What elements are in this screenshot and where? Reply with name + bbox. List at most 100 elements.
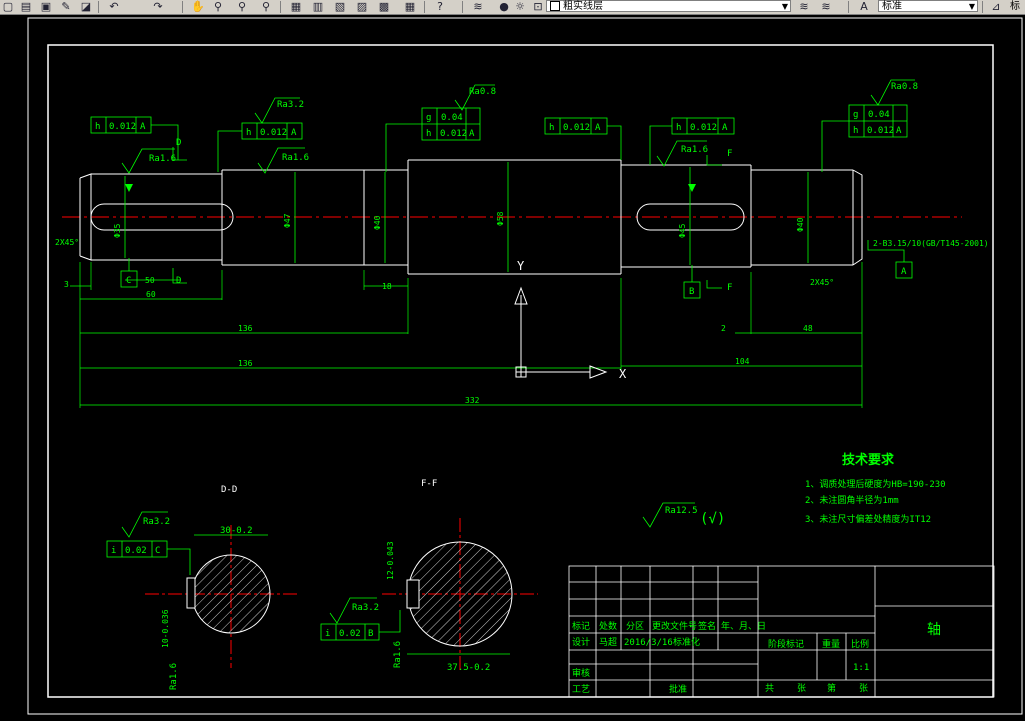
- dim-sec-d-top: 30-0.2: [220, 526, 253, 536]
- help-icon[interactable]: ?: [432, 0, 448, 13]
- tol-sym-2: h: [246, 128, 251, 138]
- tol-datum-8: B: [368, 629, 373, 639]
- text-style-value: 标准: [882, 1, 902, 12]
- label-D1: D: [176, 138, 181, 148]
- zoom-window-icon[interactable]: ⚲: [234, 0, 250, 13]
- diameter-dims: Φ35 Φ47 Φ40 Φ58 Φ45 Φ40: [113, 211, 805, 238]
- tb-weight: 重量: [822, 638, 840, 650]
- text-style-dropdown[interactable]: 标准 ▼: [878, 0, 978, 12]
- layer-dropdown[interactable]: 粗实线层 ▼: [546, 0, 791, 12]
- roughness-general: Ra12.5: [665, 506, 698, 516]
- tech-title: 技术要求: [842, 452, 895, 468]
- tb-scale-label: 比例: [851, 638, 869, 650]
- chevron-down-icon: ▼: [968, 2, 975, 11]
- preview-icon[interactable]: ◪: [78, 0, 94, 13]
- tol-val-7: 0.02: [125, 546, 147, 556]
- dim-d1: 60: [146, 290, 156, 299]
- section-d-label: D-D: [221, 485, 237, 495]
- section-view-d: D-D 30-0.2 10-0.036: [145, 485, 300, 668]
- section-d-circle: [191, 554, 271, 634]
- drawing-svg: Φ35 Φ47 Φ40 Φ58 Φ45 Φ40 3 60 50 18 136 1…: [27, 17, 1023, 715]
- separator: [424, 1, 425, 13]
- separator: [182, 1, 183, 13]
- text-style-icon[interactable]: A: [856, 0, 872, 13]
- separator: [462, 1, 463, 13]
- dimension-style-icon[interactable]: ⊿: [988, 0, 1004, 13]
- roughness-general-sym: (√): [700, 511, 725, 527]
- new-file-icon[interactable]: ▢: [0, 0, 16, 13]
- center-hole-note: 2-B3.15/10(GB/T145-2001): [873, 239, 989, 248]
- zoom-realtime-icon[interactable]: ⚲: [210, 0, 226, 13]
- dim-sec-f-top: 12-0.043: [386, 541, 395, 580]
- tb-design-date: 2016/3/16: [624, 638, 673, 648]
- roughness-5: Ra0.8: [891, 82, 918, 92]
- make-current-layer-icon[interactable]: ≋: [796, 0, 812, 13]
- tol-sym-1: h: [95, 122, 100, 132]
- tol-sym-5: h: [676, 123, 681, 133]
- tol-sym-8: i: [325, 629, 330, 639]
- drawing-canvas[interactable]: Φ35 Φ47 Φ40 Φ58 Φ45 Φ40 3 60 50 18 136 1…: [0, 15, 1025, 717]
- dim-dia2: Φ47: [283, 213, 292, 228]
- roughness-symbols: [121, 79, 915, 624]
- dim-d8: 48: [803, 324, 813, 333]
- tech-requirements: 技术要求 1、调质处理后硬度为HB=190-230 2、未注圆角半径为1mm 3…: [805, 452, 946, 525]
- tol-sym-4: h: [549, 123, 554, 133]
- plot-icon[interactable]: ✎: [58, 0, 74, 13]
- dim-dia4: Φ58: [496, 211, 505, 226]
- tb-page: 第: [827, 682, 836, 694]
- label-F2: F: [727, 283, 732, 293]
- properties-icon[interactable]: ▦: [288, 0, 304, 13]
- outer-frame: [27, 17, 1023, 715]
- save-icon[interactable]: ▣: [38, 0, 54, 13]
- dim-d11: 3: [64, 280, 69, 289]
- markup-icon[interactable]: ▩: [376, 0, 392, 13]
- tool-palette-icon[interactable]: ▧: [332, 0, 348, 13]
- layer-manager-icon[interactable]: ≋: [470, 0, 486, 13]
- dim-d7: 104: [735, 357, 750, 366]
- tol-val-2: 0.012: [260, 128, 287, 138]
- separator: [848, 1, 849, 13]
- tol-datum-6b: A: [896, 126, 902, 136]
- standard-toolbar: ▢ ▤ ▣ ✎ ◪ ↶ ↷ ✋ ⚲ ⚲ ⚲ ▦ ▥ ▧ ▨ ▩ ▦ ? ≋ ● …: [0, 0, 1025, 15]
- lightbulb-icon: ●: [499, 0, 509, 13]
- tb-total: 共: [765, 683, 774, 694]
- zoom-previous-icon[interactable]: ⚲: [258, 0, 274, 13]
- chamfer-right: 2X45°: [810, 278, 834, 287]
- tech-line-1: 1、调质处理后硬度为HB=190-230: [805, 478, 946, 490]
- roughness-3: Ra0.8: [469, 87, 496, 97]
- dim-d10: 2: [721, 324, 726, 333]
- datum-C: C: [126, 276, 131, 286]
- undo-icon[interactable]: ↶: [106, 0, 122, 13]
- separator: [98, 1, 99, 13]
- layer-color-swatch: [550, 1, 560, 11]
- section-f-label: F-F: [421, 479, 437, 489]
- open-file-icon[interactable]: ▤: [18, 0, 34, 13]
- ucs-labels: Y X: [517, 259, 627, 381]
- tol-datum-7: C: [155, 546, 160, 556]
- tb-scale: 1:1: [853, 663, 869, 673]
- tb-doc-no: 更改文件号: [652, 620, 697, 632]
- tb-standard: 标准化: [673, 636, 700, 648]
- dim-d2: 136: [238, 324, 253, 333]
- dim-sec-f-bot: 37.5-0.2: [447, 663, 490, 673]
- design-center-icon[interactable]: ▥: [310, 0, 326, 13]
- ucs-icon: [514, 286, 608, 379]
- roughness-8: Ra3.2: [352, 603, 379, 613]
- redo-icon[interactable]: ↷: [150, 0, 166, 13]
- calculator-icon[interactable]: ▦: [402, 0, 418, 13]
- layer-name: 粗实线层: [563, 1, 603, 12]
- sun-icon: ☼: [515, 0, 525, 13]
- tol-val-1: 0.012: [109, 122, 136, 132]
- tb-sheets1: 张: [797, 683, 806, 694]
- tol-datum-3b: A: [469, 129, 475, 139]
- roughness-1: Ra3.2: [277, 100, 304, 110]
- tol-sym-3b: h: [426, 129, 431, 139]
- dim-dia6: Φ40: [796, 217, 805, 232]
- sheet-set-icon[interactable]: ▨: [354, 0, 370, 13]
- tb-sheets2: 张: [859, 683, 868, 694]
- layer-previous-icon[interactable]: ≋: [818, 0, 834, 13]
- tech-line-3: 3、未注尺寸偏差处精度为IT12: [805, 513, 931, 525]
- tol-val-8: 0.02: [339, 629, 361, 639]
- tol-val-4: 0.012: [563, 123, 590, 133]
- pan-icon[interactable]: ✋: [190, 0, 206, 13]
